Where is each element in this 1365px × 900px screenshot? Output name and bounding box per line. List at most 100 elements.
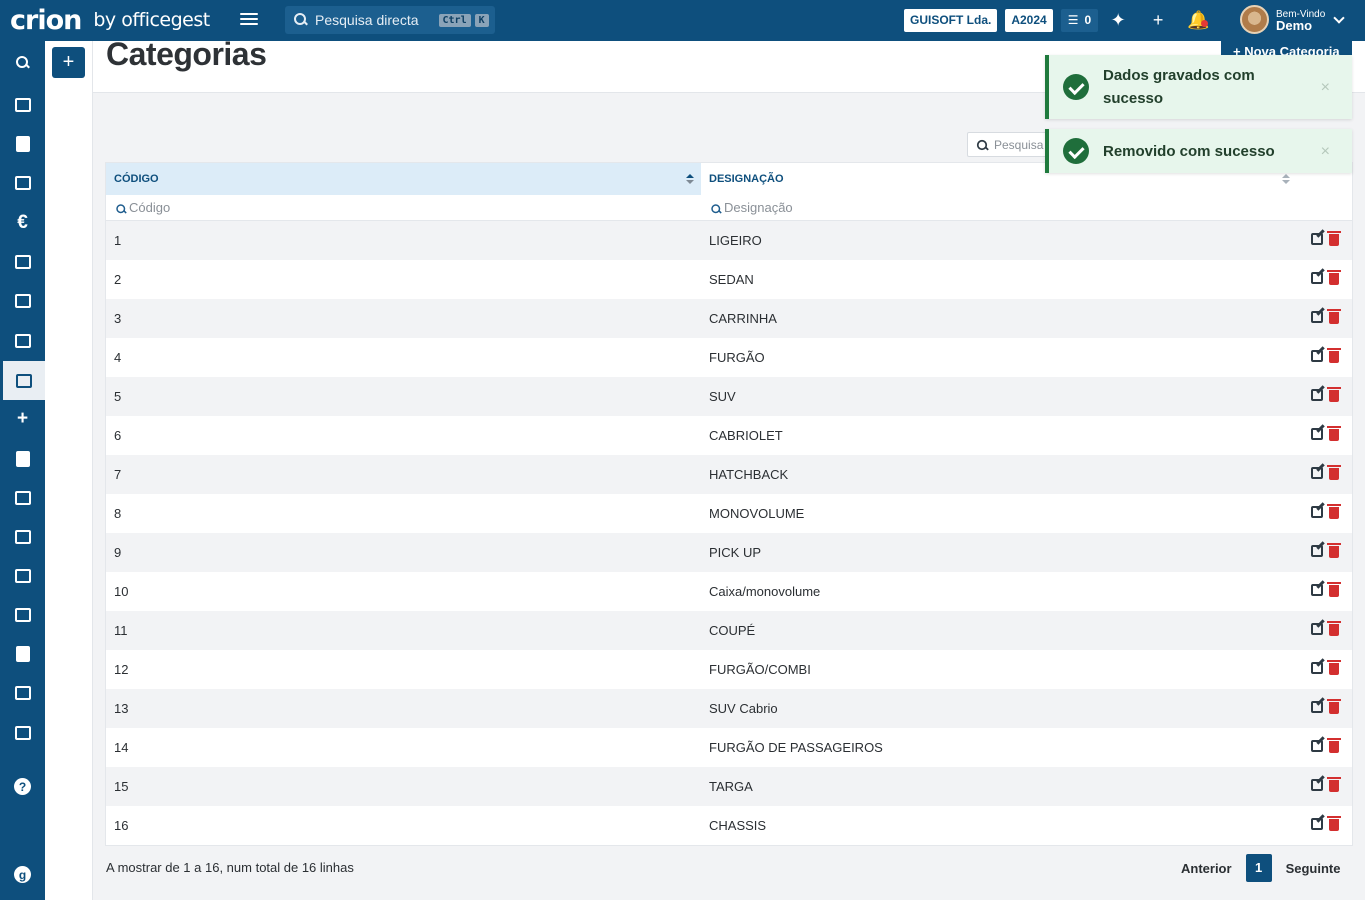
table-row[interactable]: 12 FURGÃO/COMBI [106, 650, 1352, 689]
edit-icon[interactable] [1311, 506, 1323, 518]
trash-icon[interactable] [1327, 231, 1341, 246]
sidebar-item-table[interactable] [0, 673, 45, 712]
global-search-input[interactable]: Pesquisa directa Ctrl K [285, 6, 495, 34]
edit-icon[interactable] [1311, 584, 1323, 596]
sidebar-item-bank[interactable] [0, 556, 45, 595]
edit-icon[interactable] [1311, 389, 1323, 401]
trash-icon[interactable] [1327, 816, 1341, 831]
trash-icon[interactable] [1327, 387, 1341, 402]
table-row[interactable]: 2 SEDAN [106, 260, 1352, 299]
sidebar-item-file[interactable] [0, 634, 45, 673]
sidebar-item-vehicles[interactable] [0, 321, 45, 360]
trash-icon[interactable] [1327, 621, 1341, 636]
trash-icon[interactable] [1327, 543, 1341, 558]
trash-icon[interactable] [1327, 309, 1341, 324]
sidebar-item-calculator[interactable] [0, 439, 45, 478]
trash-icon[interactable] [1327, 660, 1341, 675]
sidebar-item-sitemap[interactable] [0, 517, 45, 556]
sidebar-item-settings[interactable] [0, 713, 45, 752]
table-row[interactable]: 15 TARGA [106, 767, 1352, 806]
edit-icon[interactable] [1311, 545, 1323, 557]
column-header-code[interactable]: CÓDIGO [106, 163, 701, 195]
table-row[interactable]: 16 CHASSIS [106, 806, 1352, 845]
row-actions [1311, 777, 1341, 792]
edit-icon[interactable] [1311, 350, 1323, 362]
edit-icon[interactable] [1311, 740, 1323, 752]
company-selector[interactable]: GUISOFT Lda. [904, 9, 998, 32]
edit-icon[interactable] [1311, 272, 1323, 284]
table-search-input[interactable]: Pesquisa [967, 132, 1057, 157]
edit-icon[interactable] [1311, 623, 1323, 635]
row-actions [1311, 699, 1341, 714]
cell-code: 6 [114, 428, 122, 443]
table-row[interactable]: 11 COUPÉ [106, 611, 1352, 650]
ai-sparkle-icon[interactable]: ✦ [1098, 10, 1138, 31]
edit-icon[interactable] [1311, 818, 1323, 830]
trash-icon[interactable] [1327, 348, 1341, 363]
sidebar-item-book[interactable] [0, 124, 45, 163]
close-icon[interactable]: × [1321, 79, 1330, 97]
table-row[interactable]: 13 SUV Cabrio [106, 689, 1352, 728]
sidebar-item-users[interactable] [0, 85, 45, 124]
add-button[interactable]: + [52, 47, 85, 78]
trash-icon[interactable] [1327, 582, 1341, 597]
table-row[interactable]: 8 MONOVOLUME [106, 494, 1352, 533]
year-selector[interactable]: A2024 [1005, 9, 1053, 32]
user-menu[interactable]: Bem-Vindo Demo [1240, 5, 1345, 34]
sidebar-item-help[interactable]: ? [0, 767, 45, 806]
sidebar-item-search[interactable] [0, 43, 45, 82]
previous-page-button[interactable]: Anterior [1181, 861, 1232, 876]
designation-filter-input[interactable]: Designação [701, 195, 1352, 220]
table-row[interactable]: 5 SUV [106, 377, 1352, 416]
table-row[interactable]: 1 LIGEIRO [106, 221, 1352, 260]
notifications-bell-icon[interactable]: 🔔 [1178, 10, 1218, 31]
edit-icon[interactable] [1311, 701, 1323, 713]
sidebar-item-money[interactable] [0, 281, 45, 320]
edit-icon[interactable] [1311, 311, 1323, 323]
hamburger-menu-icon[interactable] [238, 10, 260, 30]
trash-icon[interactable] [1327, 270, 1341, 285]
quick-add-icon[interactable]: + [1138, 10, 1178, 31]
box-icon [14, 490, 31, 505]
sidebar-item-box[interactable] [0, 478, 45, 517]
trash-icon[interactable] [1327, 738, 1341, 753]
trash-icon[interactable] [1327, 465, 1341, 480]
edit-icon[interactable] [1311, 467, 1323, 479]
close-icon[interactable]: × [1321, 143, 1330, 161]
trash-icon[interactable] [1327, 777, 1341, 792]
edit-icon[interactable] [1311, 662, 1323, 674]
cell-code: 12 [114, 662, 129, 677]
search-icon [711, 203, 721, 213]
sidebar-item-car[interactable] [0, 361, 45, 400]
trash-icon[interactable] [1327, 504, 1341, 519]
sidebar-item-plus[interactable]: + [0, 399, 45, 438]
table-row[interactable]: 3 CARRINHA [106, 299, 1352, 338]
table-row[interactable]: 9 PICK UP [106, 533, 1352, 572]
code-filter-input[interactable]: Código [106, 195, 701, 220]
trash-icon[interactable] [1327, 699, 1341, 714]
sidebar-item-warehouse[interactable] [0, 163, 45, 202]
chevron-down-icon [1333, 11, 1345, 24]
table-row[interactable]: 6 CABRIOLET [106, 416, 1352, 455]
row-actions [1311, 660, 1341, 675]
table-row[interactable]: 14 FURGÃO DE PASSAGEIROS [106, 728, 1352, 767]
edit-icon[interactable] [1311, 779, 1323, 791]
edit-icon[interactable] [1311, 428, 1323, 440]
edit-icon[interactable] [1311, 233, 1323, 245]
page-1-button[interactable]: 1 [1245, 854, 1272, 882]
table-row[interactable]: 10 Caixa/monovolume [106, 572, 1352, 611]
user-name: Demo [1276, 17, 1313, 33]
table-row[interactable]: 4 FURGÃO [106, 338, 1352, 377]
sidebar-item-chart[interactable] [0, 595, 45, 634]
next-page-button[interactable]: Seguinte [1286, 861, 1341, 876]
table-row[interactable]: 7 HATCHBACK [106, 455, 1352, 494]
trash-icon[interactable] [1327, 426, 1341, 441]
sidebar-item-officegest[interactable]: g [0, 855, 45, 894]
sidebar-item-euro[interactable]: € [0, 203, 45, 242]
app-logo[interactable]: crion by officegest [10, 4, 210, 36]
avatar [1240, 5, 1269, 34]
tasks-button[interactable]: ☰ 0 [1060, 9, 1099, 32]
cell-code: 4 [114, 350, 122, 365]
plus-icon: + [16, 407, 29, 429]
sidebar-item-cart[interactable] [0, 242, 45, 281]
